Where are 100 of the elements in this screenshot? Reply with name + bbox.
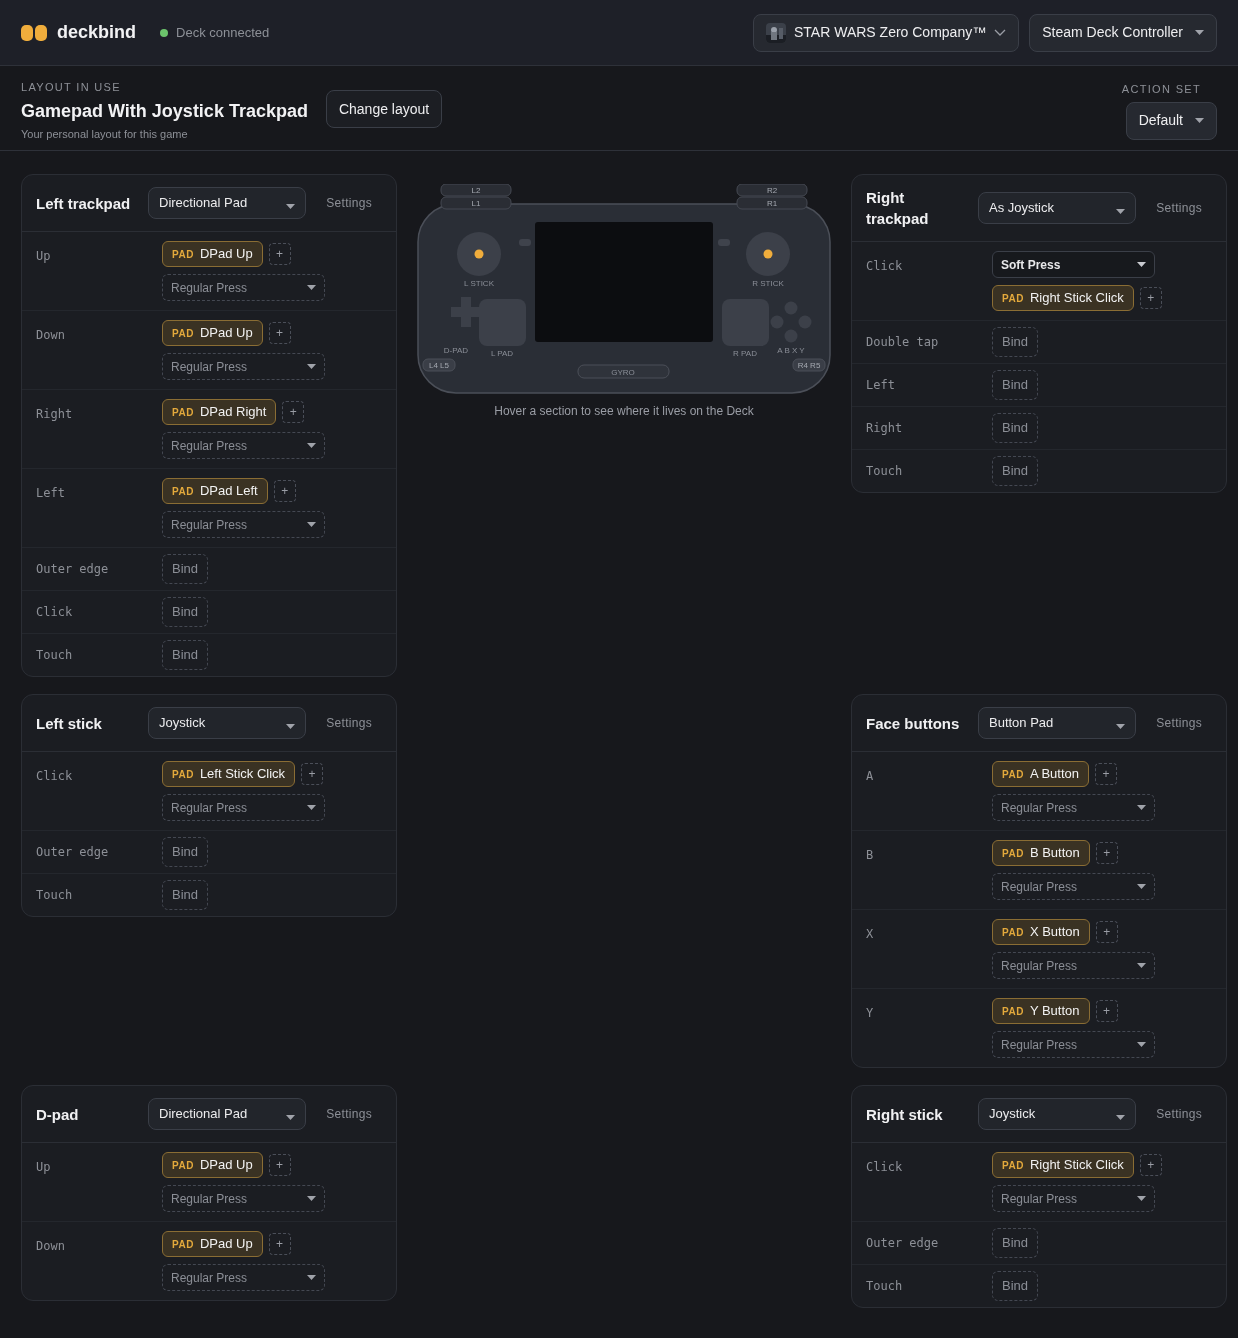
section-title: Left stick	[36, 713, 103, 734]
add-binding-button[interactable]: +	[301, 763, 324, 785]
input-label: Left	[36, 485, 66, 502]
settings-button[interactable]: Settings	[1156, 1105, 1202, 1123]
controller-dropdown[interactable]: Steam Deck Controller	[1029, 13, 1217, 52]
settings-button[interactable]: Settings	[326, 194, 372, 212]
add-binding-button[interactable]: +	[1139, 1154, 1162, 1176]
input-label: Touch	[36, 647, 74, 664]
section-title: Left trackpad	[36, 193, 132, 214]
caret-icon	[307, 1275, 316, 1280]
binding-chip[interactable]: PAD X Button	[992, 919, 1090, 945]
binding-chip[interactable]: PAD Right Stick Click	[992, 285, 1134, 311]
bind-button[interactable]: Bind	[992, 370, 1039, 400]
binding-chip[interactable]: PAD DPad Up	[162, 320, 263, 346]
hover-hint: Hover a section to see where it lives on the Deck	[494, 403, 754, 420]
settings-button[interactable]: Settings	[1156, 714, 1202, 732]
section-title: D-pad	[36, 1104, 80, 1125]
pad-tag: PAD	[172, 325, 194, 341]
caret-icon	[1116, 208, 1125, 214]
press-mode-dropdown[interactable]: Regular Press	[992, 952, 1155, 979]
caret-icon	[286, 723, 295, 729]
add-binding-button[interactable]: +	[1139, 287, 1162, 309]
binding-chip[interactable]: PAD DPad Up	[162, 241, 263, 267]
input-label: Down	[36, 1238, 66, 1255]
binding-chip[interactable]: PAD DPad Left	[162, 478, 268, 504]
press-mode-dropdown[interactable]: Regular Press	[162, 274, 325, 301]
binding-chip[interactable]: PAD DPad Up	[162, 1231, 263, 1257]
pad-tag: PAD	[1002, 290, 1024, 306]
section-title: Right trackpad	[866, 188, 930, 229]
caret-icon	[307, 1196, 316, 1201]
mode-dropdown[interactable]: Directional Pad	[148, 187, 306, 219]
input-label: Right	[866, 420, 904, 437]
settings-button[interactable]: Settings	[326, 1105, 372, 1123]
pad-tag: PAD	[1002, 924, 1024, 940]
press-mode-dropdown[interactable]: Regular Press	[992, 1185, 1155, 1212]
binding-chip[interactable]: PAD Right Stick Click	[992, 1152, 1134, 1178]
binding-chip[interactable]: PAD DPad Up	[162, 1152, 263, 1178]
add-binding-button[interactable]: +	[273, 480, 296, 502]
layout-name: Gamepad With Joystick Trackpad	[21, 99, 308, 123]
binding-chip[interactable]: PAD A Button	[992, 761, 1090, 787]
caret-icon	[307, 364, 316, 369]
binding-chip[interactable]: PAD DPad Right	[162, 399, 277, 425]
input-label: Up	[36, 248, 52, 265]
bind-button[interactable]: Bind	[162, 880, 209, 910]
add-binding-button[interactable]: +	[268, 322, 291, 344]
section-title: Face buttons	[866, 713, 961, 734]
press-mode-dropdown[interactable]: Regular Press	[162, 511, 325, 538]
bind-button[interactable]: Bind	[992, 1228, 1039, 1258]
caret-icon	[1137, 884, 1146, 889]
game-dropdown[interactable]: STAR WARS Zero Company™	[753, 13, 1020, 52]
bind-button[interactable]: Bind	[992, 1271, 1039, 1301]
input-label: Touch	[866, 1278, 904, 1295]
binding-chip[interactable]: PAD Left Stick Click	[162, 761, 296, 787]
logo-icon	[21, 24, 47, 41]
press-mode-dropdown[interactable]: Regular Press	[162, 1264, 325, 1291]
caret-icon	[1137, 963, 1146, 968]
action-set-dropdown[interactable]: Default	[1125, 101, 1217, 140]
add-binding-button[interactable]: +	[1095, 921, 1118, 943]
binding-chip[interactable]: PAD Y Button	[992, 998, 1090, 1024]
caret-icon	[1116, 723, 1125, 729]
bind-button[interactable]: Bind	[992, 456, 1039, 486]
layout-note: Your personal layout for this game	[21, 126, 189, 142]
bind-button[interactable]: Bind	[992, 327, 1039, 357]
pad-tag: PAD	[1002, 766, 1024, 782]
add-binding-button[interactable]: +	[1095, 763, 1118, 785]
caret-icon	[307, 522, 316, 527]
input-label: Outer edge	[36, 561, 110, 578]
settings-button[interactable]: Settings	[326, 714, 372, 732]
pad-tag: PAD	[1002, 1157, 1024, 1173]
add-binding-button[interactable]: +	[1095, 1000, 1118, 1022]
add-binding-button[interactable]: +	[282, 401, 305, 423]
press-mode-dropdown[interactable]: Regular Press	[162, 432, 325, 459]
mode-dropdown[interactable]: Joystick	[148, 707, 306, 739]
mode-dropdown[interactable]: Joystick	[978, 1098, 1136, 1130]
press-mode-dropdown[interactable]: Regular Press	[162, 353, 325, 380]
press-mode-dropdown[interactable]: Regular Press	[162, 1185, 325, 1212]
bind-button[interactable]: Bind	[162, 640, 209, 670]
press-mode-dropdown[interactable]: Regular Press	[992, 1031, 1155, 1058]
input-label: Outer edge	[866, 1235, 940, 1252]
mode-dropdown[interactable]: As Joystick	[978, 192, 1136, 224]
press-mode-dropdown[interactable]: Soft Press	[992, 251, 1155, 278]
input-label: Up	[36, 1159, 52, 1176]
add-binding-button[interactable]: +	[268, 243, 291, 265]
bind-button[interactable]: Bind	[162, 597, 209, 627]
input-label: B	[866, 847, 875, 864]
pad-tag: PAD	[172, 1236, 194, 1252]
add-binding-button[interactable]: +	[268, 1154, 291, 1176]
add-binding-button[interactable]: +	[1095, 842, 1118, 864]
mode-dropdown[interactable]: Directional Pad	[148, 1098, 306, 1130]
settings-button[interactable]: Settings	[1156, 199, 1202, 217]
change-layout-button[interactable]: Change layout	[325, 90, 443, 128]
press-mode-dropdown[interactable]: Regular Press	[992, 794, 1155, 821]
press-mode-dropdown[interactable]: Regular Press	[162, 794, 325, 821]
bind-button[interactable]: Bind	[162, 554, 209, 584]
bind-button[interactable]: Bind	[992, 413, 1039, 443]
add-binding-button[interactable]: +	[268, 1233, 291, 1255]
press-mode-dropdown[interactable]: Regular Press	[992, 873, 1155, 900]
bind-button[interactable]: Bind	[162, 837, 209, 867]
binding-chip[interactable]: PAD B Button	[992, 840, 1090, 866]
mode-dropdown[interactable]: Button Pad	[978, 707, 1136, 739]
